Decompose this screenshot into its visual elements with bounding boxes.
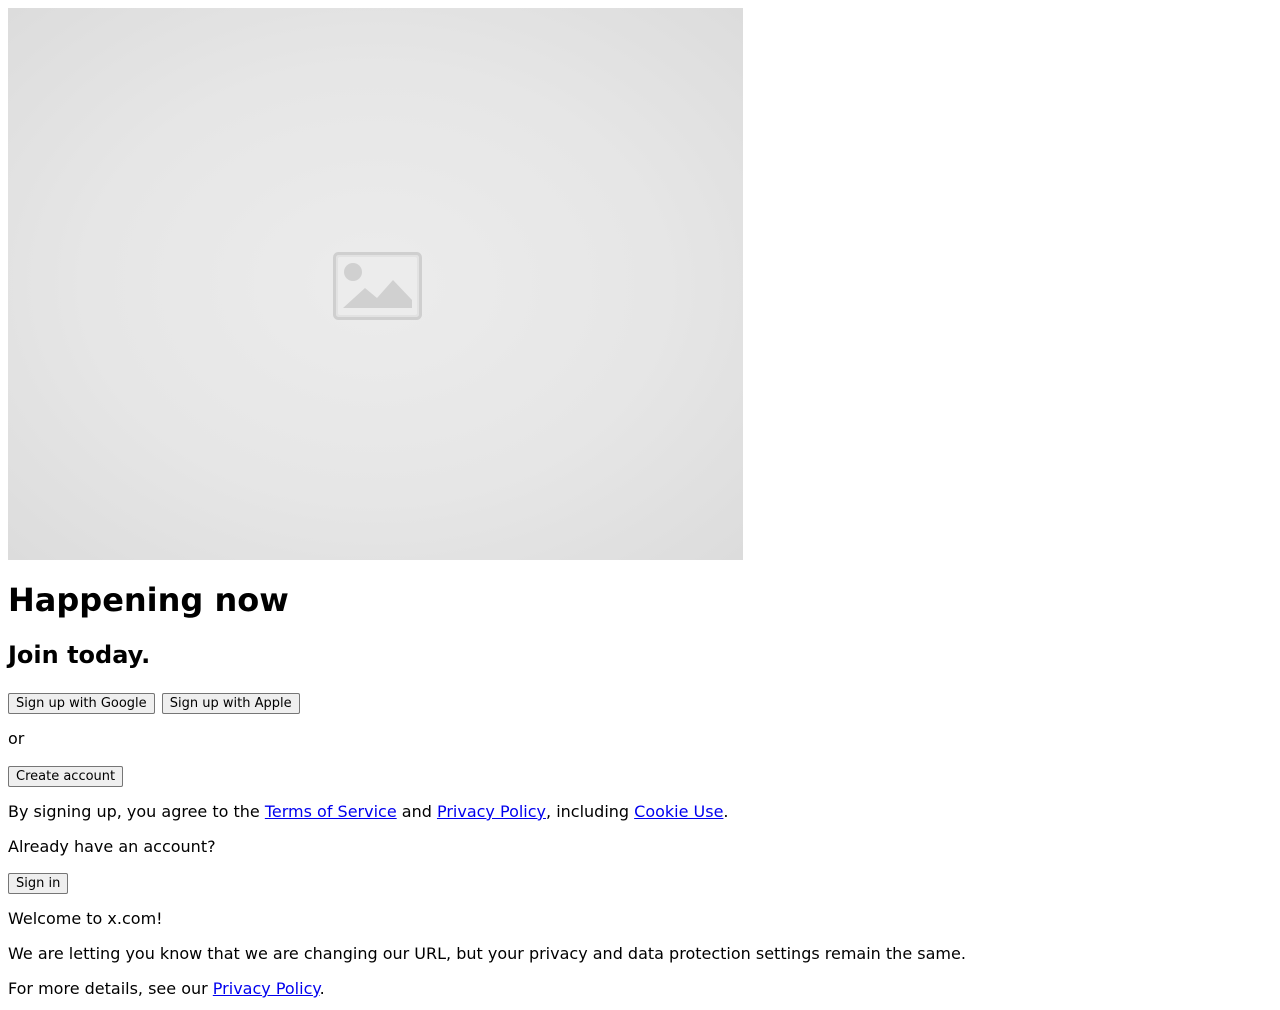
have-account-prompt: Already have an account? (8, 837, 216, 856)
terms-suffix: . (723, 802, 729, 821)
hero-image (8, 8, 743, 560)
terms-of-service-link[interactable]: Terms of Service (265, 802, 397, 821)
welcome-text: Welcome to x.com! (8, 909, 163, 928)
social-signup-row: Sign up with Google Sign up with Apple (8, 692, 1272, 714)
terms-prefix: By signing up, you agree to the (8, 802, 265, 821)
create-account-row: Create account (8, 765, 1272, 787)
or-divider-text: or (8, 729, 25, 748)
privacy-policy-link[interactable]: Privacy Policy (437, 802, 546, 821)
sign-in-button[interactable]: Sign in (8, 873, 69, 894)
details-prefix: For more details, see our (8, 979, 213, 998)
details-privacy-policy-link[interactable]: Privacy Policy (213, 979, 320, 998)
terms-and-text: and (396, 802, 437, 821)
terms-notice: By signing up, you agree to the Terms of… (8, 802, 1272, 821)
privacy-details: For more details, see our Privacy Policy… (8, 979, 1272, 998)
signup-google-button[interactable]: Sign up with Google (8, 693, 155, 714)
image-placeholder-icon (333, 252, 422, 320)
page-title: Happening now (8, 581, 289, 619)
cookie-use-link[interactable]: Cookie Use (634, 802, 723, 821)
create-account-button[interactable]: Create account (8, 766, 124, 787)
details-suffix: . (319, 979, 325, 998)
page: Happening now Join today. Sign up with G… (0, 0, 1280, 1006)
join-subtitle: Join today. (8, 641, 151, 669)
terms-including-text: , including (546, 802, 635, 821)
signup-apple-button[interactable]: Sign up with Apple (161, 693, 300, 714)
url-change-notice: We are letting you know that we are chan… (8, 944, 966, 963)
signin-row: Sign in (8, 872, 1272, 894)
